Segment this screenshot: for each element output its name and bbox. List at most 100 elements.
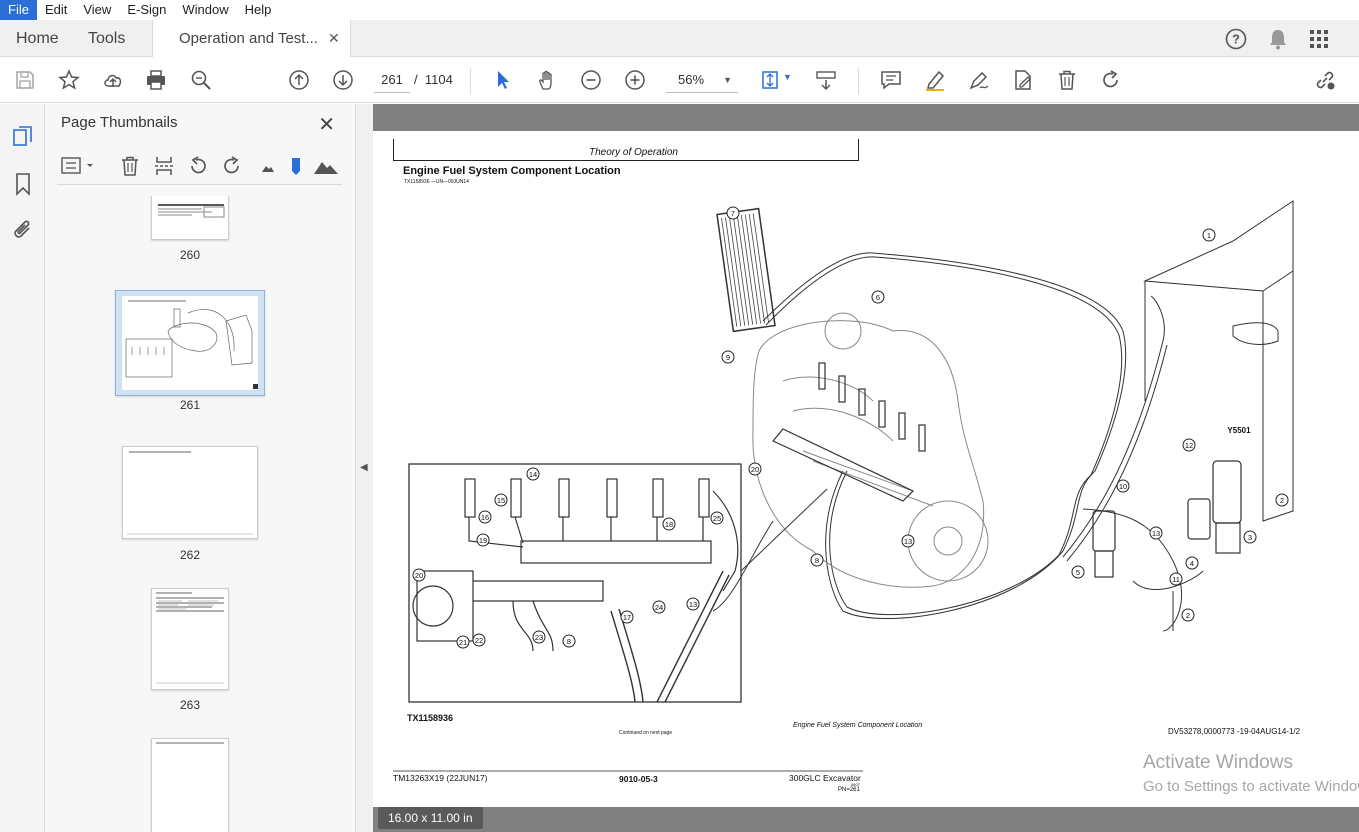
activate-windows-subtitle: Go to Settings to activate Windows. [1143, 778, 1359, 795]
thumbnail-label: 260 [179, 248, 201, 262]
toolbar-divider [470, 68, 471, 94]
zoom-level-select[interactable]: 56% ▼ [666, 67, 738, 93]
menu-esign[interactable]: E-Sign [119, 0, 174, 20]
svg-text:14: 14 [529, 470, 537, 479]
svg-text:16: 16 [481, 513, 489, 522]
svg-text:23: 23 [535, 633, 543, 642]
page-total: / 1104 [414, 67, 453, 93]
menu-view[interactable]: View [75, 0, 119, 20]
svg-text:18: 18 [665, 520, 673, 529]
svg-text:11: 11 [1172, 575, 1180, 584]
tab-close-icon[interactable]: ✕ [328, 30, 340, 46]
menu-file[interactable]: File [0, 0, 37, 20]
zoom-out-icon[interactable] [579, 68, 603, 92]
thumbnail-page[interactable] [151, 738, 229, 832]
comment-icon[interactable] [879, 68, 903, 92]
panel-splitter[interactable]: ◀ [356, 104, 373, 832]
dv-reference: DV53278,0000773 -19-04AUG14-1/2 [1168, 727, 1301, 736]
tab-home[interactable]: Home [16, 20, 59, 57]
close-icon[interactable]: ✕ [318, 112, 335, 137]
thumbnail-list: 260 261 262 263 [45, 196, 335, 832]
apps-grid-icon[interactable] [1309, 20, 1329, 57]
zoom-level-value: 56% [678, 72, 705, 87]
highlight-pen-icon[interactable] [923, 68, 947, 92]
help-icon[interactable]: ? [1224, 20, 1248, 57]
tab-tools[interactable]: Tools [88, 20, 125, 57]
svg-text:8: 8 [567, 637, 571, 646]
zoom-in-icon[interactable] [623, 68, 647, 92]
star-icon[interactable] [57, 68, 81, 92]
collapse-panel-icon[interactable]: ◀ [360, 462, 368, 473]
thumbnail-small-icon[interactable] [257, 155, 279, 177]
svg-text:24: 24 [655, 603, 663, 612]
bell-icon[interactable] [1268, 20, 1288, 57]
scroll-mode-icon[interactable] [814, 68, 838, 92]
menu-help[interactable]: Help [237, 0, 280, 20]
thumbnail-page[interactable] [151, 196, 229, 240]
sign-pen-icon[interactable] [967, 68, 991, 92]
thumbnail-options-icon[interactable] [61, 155, 97, 177]
upload-cloud-icon[interactable] [101, 68, 125, 92]
prev-page-icon[interactable] [287, 68, 311, 92]
svg-text:3: 3 [1248, 533, 1252, 542]
menu-edit[interactable]: Edit [37, 0, 75, 20]
page-thumbnails-icon[interactable] [11, 125, 35, 149]
svg-text:21: 21 [459, 638, 467, 647]
svg-text:15: 15 [497, 496, 505, 505]
menu-bar: File Edit View E-Sign Window Help [0, 0, 1359, 20]
thumbnails-panel: Page Thumbnails ✕ 260 261 262 263 [45, 104, 392, 832]
edit-pdf-icon[interactable] [1011, 68, 1035, 92]
fuel-system-diagram: 7 6 9 1 20 10 12 2 3 13 4 5 11 2 13 8 14 15 16 18 19 25 2… [393, 200, 1294, 772]
svg-text:9: 9 [726, 353, 730, 362]
page-total-value: 1104 [424, 72, 453, 87]
svg-text:13: 13 [1152, 529, 1160, 538]
svg-text:25: 25 [713, 514, 721, 523]
next-page-icon[interactable] [331, 68, 355, 92]
rotate-left-icon[interactable] [187, 155, 209, 177]
svg-text:13: 13 [689, 600, 697, 609]
footer-page-number: PN=261 [838, 787, 860, 793]
figure-id: TX1158936 [407, 713, 454, 723]
zoom-search-icon[interactable] [189, 68, 213, 92]
toolbar-divider [858, 68, 859, 94]
svg-text:20: 20 [751, 465, 759, 474]
page-size-indicator: 16.00 x 11.00 in [378, 807, 483, 829]
delete-pages-icon[interactable] [119, 155, 141, 177]
continued-note: Continued on next page [619, 730, 673, 736]
rotate-right-icon[interactable] [221, 155, 243, 177]
attachment-icon[interactable] [11, 217, 35, 241]
svg-text:10: 10 [1119, 482, 1127, 491]
svg-text:12: 12 [1185, 441, 1193, 450]
fit-dropdown-icon[interactable]: ▼ [783, 72, 792, 82]
sensor-label: Y5501 [1227, 426, 1251, 435]
redo-rotate-icon[interactable] [1099, 68, 1123, 92]
thumbnail-page-selected[interactable] [115, 290, 265, 396]
select-cursor-icon[interactable] [491, 68, 515, 92]
share-link-icon[interactable] [1313, 68, 1337, 92]
bookmark-icon[interactable] [11, 172, 35, 196]
page-number-input[interactable]: 261 [374, 67, 410, 93]
save-icon[interactable] [13, 68, 37, 92]
panel-toolbar [57, 149, 342, 185]
document-viewport[interactable]: Theory of Operation Engine Fuel System C… [373, 104, 1359, 832]
tab-document[interactable]: Operation and Test... ✕ [152, 20, 351, 58]
thumbnail-size-slider[interactable] [285, 155, 307, 177]
svg-text:2: 2 [1280, 496, 1284, 505]
svg-text:6: 6 [876, 293, 880, 302]
fit-page-icon[interactable] [758, 68, 782, 92]
thumbnail-large-icon[interactable] [313, 155, 339, 177]
footer-center: 9010-05-3 [619, 774, 658, 784]
footer-left: TM13263X19 (22JUN17) [393, 773, 488, 783]
thumbnail-page[interactable] [151, 588, 229, 690]
hand-tool-icon[interactable] [535, 68, 559, 92]
svg-text:?: ? [1232, 31, 1240, 46]
menu-window[interactable]: Window [174, 0, 236, 20]
svg-text:17: 17 [623, 613, 631, 622]
svg-text:1: 1 [1207, 231, 1211, 240]
thumbnail-page[interactable] [122, 446, 258, 539]
svg-text:4: 4 [1190, 559, 1194, 568]
extract-pages-icon[interactable] [153, 155, 175, 177]
delete-icon[interactable] [1055, 68, 1079, 92]
print-icon[interactable] [144, 68, 168, 92]
left-rail [0, 104, 45, 832]
